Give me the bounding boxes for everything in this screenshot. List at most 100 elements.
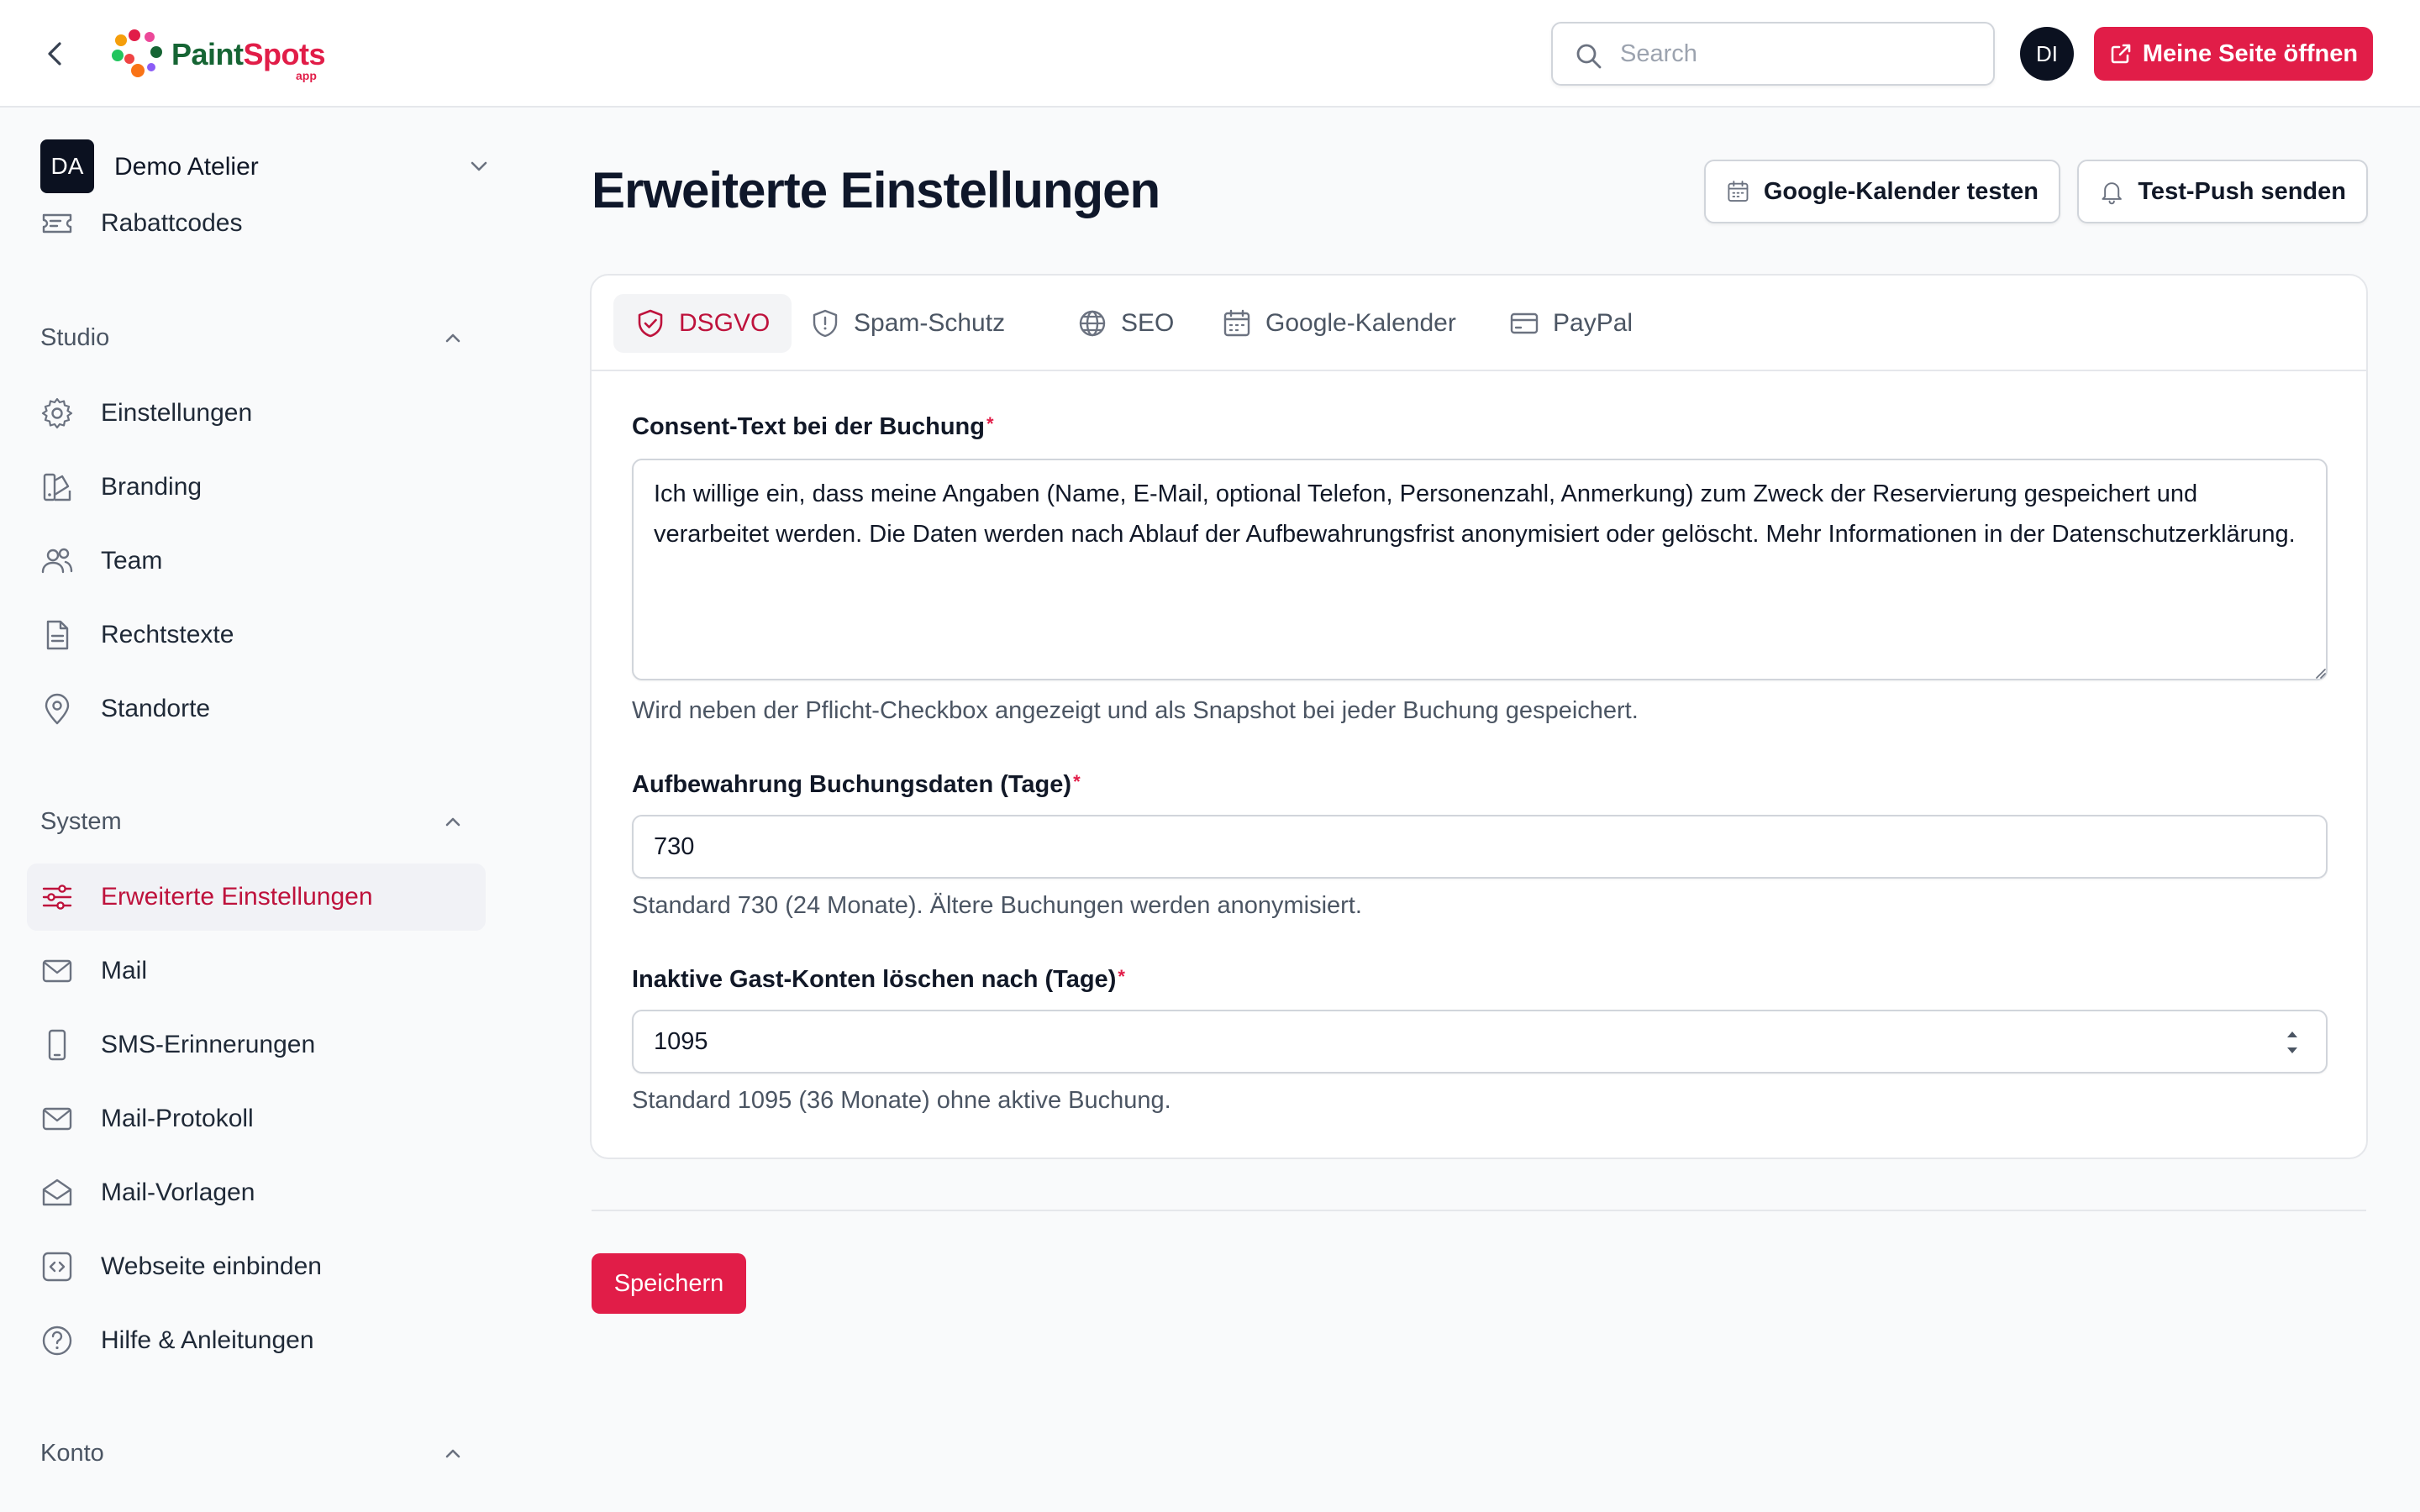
shield-icon — [813, 309, 838, 338]
external-link-icon — [2111, 44, 2131, 64]
sidebar-item-label: Rechtstexte — [101, 621, 234, 648]
save-button[interactable]: Speichern — [592, 1253, 746, 1314]
sidebar-item-label: Webseite einbinden — [101, 1252, 322, 1280]
sidebar-item-team[interactable]: Team — [27, 528, 486, 595]
phone-icon — [48, 1029, 66, 1061]
send-test-push-button[interactable]: Test-Push senden — [2077, 160, 2368, 223]
required-marker: * — [986, 413, 994, 434]
palette-icon — [43, 473, 71, 501]
consent-text-hint: Wird neben der Pflicht-Checkbox angezeig… — [632, 697, 1639, 724]
tab-dsgvo[interactable]: DSGVO — [613, 294, 792, 353]
app-logo[interactable]: PaintSpots app — [109, 27, 328, 82]
open-my-page-label: Meine Seite öffnen — [2142, 39, 2359, 67]
group-label: Konto — [40, 1440, 104, 1467]
sidebar-item-mail-protokoll[interactable]: Mail-Protokoll — [27, 1085, 486, 1152]
settings-tabs: DSGVO Spam-Schutz SEO Google-Kalender Pa… — [592, 276, 2366, 371]
page-title: Erweiterte Einstellungen — [592, 162, 1160, 218]
logo-text-paint: Paint — [171, 37, 244, 71]
help-circle-icon — [42, 1326, 72, 1356]
retention-days-label: Aufbewahrung Buchungsdaten (Tage)* — [632, 771, 1081, 799]
group-header-studio[interactable]: Studio — [40, 321, 477, 354]
team-avatar: DA — [40, 139, 94, 193]
sidebar-item-label: Hilfe & Anleitungen — [101, 1326, 314, 1354]
retention-days-hint: Standard 730 (24 Monate). Ältere Buchung… — [632, 892, 1362, 919]
sidebar-item-mail[interactable]: Mail — [27, 937, 486, 1005]
guest-delete-days-hint: Standard 1095 (36 Monate) ohne aktive Bu… — [632, 1087, 1171, 1114]
logo-subtext: app — [296, 69, 317, 82]
tab-label: DSGVO — [679, 309, 771, 337]
envelope-icon — [42, 959, 72, 983]
guest-delete-days-label: Inaktive Gast-Konten löschen nach (Tage)… — [632, 966, 1125, 994]
guest-delete-days-label-text: Inaktive Gast-Konten löschen nach (Tage) — [632, 966, 1117, 993]
resize-handle-icon[interactable] — [2314, 667, 2326, 679]
calendar-icon — [1223, 309, 1250, 337]
document-icon — [46, 620, 69, 650]
users-icon — [41, 548, 73, 574]
chevron-down-icon — [471, 161, 487, 171]
sidebar-item-label: Rabattcodes — [101, 209, 243, 237]
sidebar-item-hilfe-anleitungen[interactable]: Hilfe & Anleitungen — [27, 1307, 486, 1374]
paint-dots-icon — [112, 29, 162, 77]
group-header-konto[interactable]: Konto — [40, 1436, 477, 1470]
sidebar-item-label: Mail — [101, 957, 148, 984]
team-name: Demo Atelier — [114, 153, 259, 181]
number-stepper-icon[interactable] — [2282, 1023, 2302, 1062]
team-selector[interactable]: DA Demo Atelier — [40, 139, 494, 193]
map-pin-icon — [45, 693, 70, 725]
sidebar-item-rabattcodes[interactable]: Rabattcodes — [27, 190, 486, 257]
group-header-system[interactable]: System — [40, 805, 477, 838]
credit-card-icon — [1510, 312, 1539, 334]
tab-seo[interactable]: SEO — [1055, 294, 1196, 353]
group-label: System — [40, 808, 122, 835]
tab-label: Spam-Schutz — [854, 309, 1006, 337]
code-icon — [42, 1252, 72, 1282]
tab-label: PayPal — [1553, 309, 1634, 337]
retention-days-input[interactable] — [632, 815, 2328, 879]
sidebar-item-label: Branding — [101, 473, 203, 501]
required-marker: * — [1118, 966, 1125, 987]
consent-text-textarea[interactable] — [632, 459, 2328, 680]
search-input[interactable] — [1620, 24, 1981, 84]
chevron-up-icon — [445, 1449, 460, 1458]
bell-icon — [2102, 182, 2122, 205]
consent-text-label-text: Consent-Text bei der Buchung — [632, 413, 985, 440]
search-box[interactable] — [1551, 22, 1995, 86]
sidebar-item-label: Mail-Vorlagen — [101, 1179, 255, 1206]
sidebar-item-standorte[interactable]: Standorte — [27, 675, 486, 743]
guest-delete-days-input[interactable] — [632, 1010, 2328, 1074]
sidebar-item-webseite-einbinden[interactable]: Webseite einbinden — [27, 1233, 486, 1300]
required-marker: * — [1073, 771, 1081, 792]
sidebar-item-sms-erinnerungen[interactable]: SMS-Erinnerungen — [27, 1011, 486, 1079]
sidebar-item-label: Team — [101, 547, 163, 575]
sidebar-item-branding[interactable]: Branding — [27, 454, 486, 521]
sidebar-item-label: Mail-Protokoll — [101, 1105, 254, 1132]
test-google-calendar-label: Google-Kalender testen — [1763, 177, 2039, 205]
chevron-up-icon — [445, 333, 460, 343]
top-bar: PaintSpots app DI Meine Seite öffnen — [0, 0, 2420, 108]
sidebar: DA Demo Atelier Rabattcodes Studio Einst… — [0, 109, 538, 1512]
shield-check-icon — [638, 309, 663, 338]
globe-icon — [1079, 310, 1106, 337]
envelope-icon — [42, 1107, 72, 1131]
send-test-push-label: Test-Push senden — [2138, 177, 2346, 205]
tab-spam-schutz[interactable]: Spam-Schutz — [788, 294, 1027, 353]
tab-label: SEO — [1121, 309, 1175, 337]
sidebar-item-label: Einstellungen — [101, 399, 253, 427]
consent-text-label: Consent-Text bei der Buchung* — [632, 413, 994, 441]
sidebar-item-rechtstexte[interactable]: Rechtstexte — [27, 601, 486, 669]
test-google-calendar-button[interactable]: Google-Kalender testen — [1704, 160, 2060, 223]
calendar-icon — [1728, 181, 1749, 202]
settings-card: DSGVO Spam-Schutz SEO Google-Kalender Pa… — [590, 274, 2368, 1159]
back-arrow-icon[interactable] — [39, 37, 72, 71]
tab-google-kalender[interactable]: Google-Kalender — [1200, 294, 1478, 353]
open-my-page-button[interactable]: Meine Seite öffnen — [2094, 27, 2373, 81]
user-avatar[interactable]: DI — [2020, 27, 2074, 81]
tab-paypal[interactable]: PayPal — [1487, 294, 1655, 353]
envelope-open-icon — [42, 1179, 72, 1206]
retention-days-label-text: Aufbewahrung Buchungsdaten (Tage) — [632, 771, 1072, 798]
sidebar-item-erweiterte-einstellungen[interactable]: Erweiterte Einstellungen — [27, 864, 486, 931]
search-icon — [1576, 44, 1602, 69]
sidebar-item-einstellungen[interactable]: Einstellungen — [27, 380, 486, 447]
sidebar-item-mail-vorlagen[interactable]: Mail-Vorlagen — [27, 1159, 486, 1226]
form-divider — [592, 1210, 2366, 1211]
